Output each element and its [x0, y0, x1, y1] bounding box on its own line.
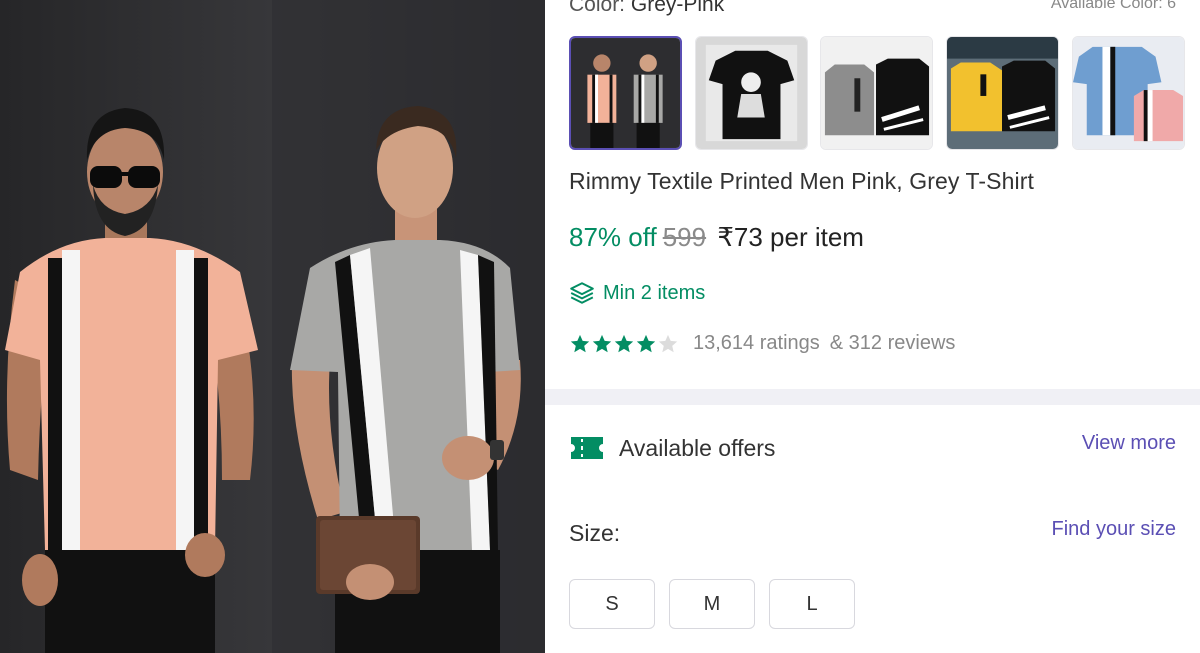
- ratings-count: 13,614 ratings: [693, 332, 820, 354]
- rating-row[interactable]: 13,614 ratings & 312 reviews: [569, 332, 955, 355]
- thumbnail-blue-pink[interactable]: [1072, 36, 1185, 150]
- available-color-count: Available Color: 6: [1050, 0, 1176, 12]
- min-items-row: Min 2 items: [569, 280, 705, 306]
- price-unit: per item: [770, 222, 864, 252]
- product-details-panel: Color: Grey-Pink Available Color: 6 Rimm…: [545, 0, 1200, 653]
- color-label: Color: Grey-Pink: [569, 0, 724, 17]
- thumbnail-blue-pink-image: [1073, 37, 1184, 149]
- color-row: Color: Grey-Pink Available Color: 6: [569, 0, 1176, 19]
- product-title: Rimmy Textile Printed Men Pink, Grey T-S…: [569, 168, 1034, 194]
- view-more-link[interactable]: View more: [1082, 432, 1176, 455]
- color-thumbnails: [569, 36, 1189, 150]
- min-items-text: Min 2 items: [603, 281, 706, 304]
- find-your-size-link[interactable]: Find your size: [1052, 518, 1177, 541]
- size-options: S M L: [569, 579, 869, 629]
- thumbnail-grey-pink-image: [571, 38, 680, 148]
- size-option-s[interactable]: S: [569, 579, 655, 629]
- coupon-icon: [569, 434, 605, 462]
- thumbnail-grey-pink[interactable]: [569, 36, 682, 150]
- discount-percent: 87% off: [569, 222, 657, 252]
- price-row: 87% off 599 ₹73 per item: [569, 222, 864, 253]
- product-image: [0, 0, 545, 653]
- color-label-prefix: Color:: [569, 0, 626, 16]
- size-option-l[interactable]: L: [769, 579, 855, 629]
- reviews-count: & 312 reviews: [829, 332, 956, 354]
- original-price: 599: [662, 222, 707, 252]
- star-empty-icon: [657, 333, 679, 355]
- layers-icon: [569, 280, 595, 306]
- available-offers-row: Available offers View more: [569, 432, 1176, 466]
- thumbnail-grey-black-zoom-image: [821, 37, 932, 149]
- thumbnail-yellow-black-zoom[interactable]: [946, 36, 1059, 150]
- thumbnail-yellow-black-zoom-image: [947, 37, 1058, 149]
- star-filled-icon: [569, 333, 591, 355]
- selling-price: ₹73: [717, 222, 763, 252]
- thumbnail-black-print[interactable]: [695, 36, 808, 150]
- selected-color: Grey-Pink: [630, 0, 725, 16]
- star-filled-icon: [591, 333, 613, 355]
- size-label: Size:: [569, 520, 621, 546]
- product-photo-illustration: [5, 0, 545, 653]
- star-filled-icon: [635, 333, 657, 355]
- star-rating: [569, 333, 679, 355]
- available-offers-label: Available offers: [619, 435, 776, 461]
- thumbnail-grey-black-zoom[interactable]: [820, 36, 933, 150]
- star-filled-icon: [613, 333, 635, 355]
- size-row: Size: Find your size: [569, 518, 1176, 548]
- size-option-m[interactable]: M: [669, 579, 755, 629]
- section-divider: [545, 389, 1200, 405]
- thumbnail-black-print-image: [696, 37, 807, 149]
